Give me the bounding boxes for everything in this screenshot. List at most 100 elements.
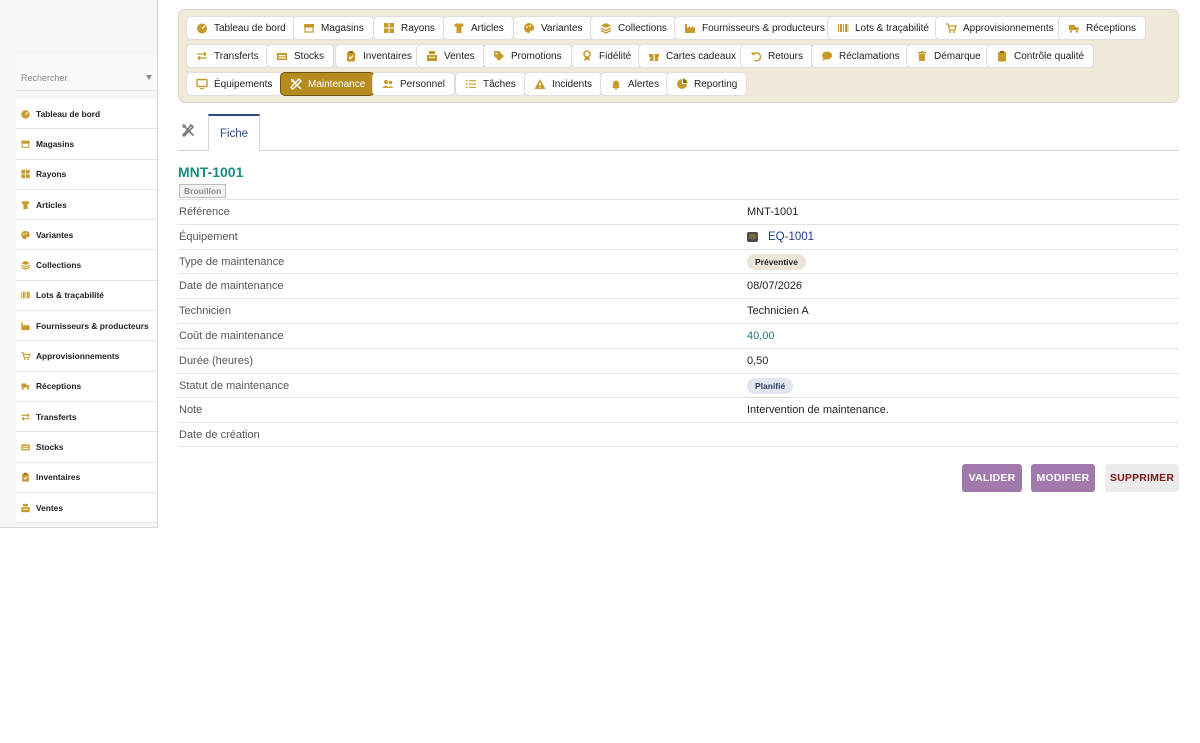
nav-pill-reclamations[interactable]: Réclamations	[811, 44, 910, 68]
field-value: 40,00	[747, 329, 775, 342]
nav-pill-equipements[interactable]: Équipements	[186, 72, 283, 96]
nav-pill-demarque[interactable]: Démarque	[906, 44, 991, 68]
sidebar-item-inventaires[interactable]: Inventaires	[16, 463, 157, 493]
nav-pill-fournisseurs[interactable]: Fournisseurs & producteurs	[674, 16, 835, 40]
boxes-icon	[276, 50, 288, 62]
sidebar-item-label: Ventes	[36, 502, 64, 513]
nav-pill-personnel[interactable]: Personnel	[372, 72, 456, 96]
nav-pill-label: Cartes cadeaux	[666, 50, 737, 62]
tools-icon	[290, 78, 302, 90]
nav-pill-maintenance[interactable]: Maintenance	[280, 72, 376, 96]
cash-register-icon	[426, 50, 438, 62]
status-badge: Planifié	[747, 377, 794, 394]
status-badge: Brouillon	[179, 184, 227, 198]
nav-pill-label: Personnel	[400, 78, 446, 90]
nav-pill-collections[interactable]: Collections	[590, 16, 677, 40]
nav-pill-magasins[interactable]: Magasins	[293, 16, 374, 40]
sidebar-item-label: Articles	[36, 199, 67, 210]
field-label: Technicien	[179, 305, 231, 318]
sidebar-item-articles[interactable]: Articles	[16, 190, 157, 221]
nav-pill-label: Réceptions	[1086, 22, 1137, 34]
nav-pill-ventes[interactable]: Ventes	[416, 44, 485, 68]
nav-pill-label: Stocks	[294, 50, 325, 62]
sidebar-item-lots[interactable]: Lots & traçabilité	[16, 281, 157, 312]
sidebar-item-label: Inventaires	[36, 472, 81, 483]
nav-pill-controle-qualite[interactable]: Contrôle qualité	[986, 44, 1095, 68]
nav-pill-variantes[interactable]: Variantes	[513, 16, 593, 40]
nav-pill-incidents[interactable]: Incidents	[524, 72, 603, 96]
transfer-icon	[20, 412, 31, 422]
field-label: Référence	[179, 206, 230, 218]
sidebar-item-tableau-de-bord[interactable]: Tableau de bord	[16, 99, 157, 130]
record-tabs: Fiche	[178, 114, 1179, 151]
delete-button[interactable]: SUPPRIMER	[1105, 464, 1179, 492]
nav-pill-inventaires[interactable]: Inventaires	[335, 44, 422, 68]
nav-pill-alertes[interactable]: Alertes	[600, 72, 670, 96]
sidebar-item-receptions[interactable]: Réceptions	[16, 372, 157, 402]
nav-pill-fidelite[interactable]: Fidélité	[571, 44, 642, 68]
sidebar-item-approvisionnements[interactable]: Approvisionnements	[16, 341, 157, 372]
tools-icon[interactable]	[181, 123, 195, 138]
nav-pill-retours[interactable]: Retours	[740, 44, 814, 68]
users-icon	[382, 78, 394, 90]
field-value: MNT-1001	[747, 206, 799, 218]
field-label: Note	[179, 404, 203, 417]
nav-pill-transferts[interactable]: Transferts	[186, 44, 269, 68]
shirt-icon	[20, 200, 31, 210]
field-row-date: Date de maintenance 08/07/2026	[178, 273, 1179, 298]
nav-pill-cartes-cadeaux[interactable]: Cartes cadeaux	[638, 44, 747, 68]
validate-button[interactable]: VALIDER	[962, 464, 1022, 492]
nav-pill-tableau-de-bord[interactable]: Tableau de bord	[186, 16, 296, 40]
gift-icon	[648, 50, 660, 62]
dashboard-icon	[196, 22, 208, 34]
nav-pill-label: Démarque	[934, 50, 981, 62]
transfer-icon	[196, 50, 208, 62]
modify-button[interactable]: MODIFIER	[1031, 464, 1095, 492]
truck-icon	[1068, 22, 1080, 34]
nav-pill-stocks[interactable]: Stocks	[266, 44, 335, 68]
grid-icon	[383, 22, 395, 34]
nav-pill-label: Alertes	[628, 78, 660, 90]
tasks-icon	[465, 78, 477, 90]
tab-fiche[interactable]: Fiche	[208, 114, 260, 151]
field-value: Technicien A	[747, 305, 809, 318]
sidebar-search-select[interactable]: Rechercher	[16, 54, 157, 91]
nav-pill-rayons[interactable]: Rayons	[373, 16, 445, 40]
nav-pill-label: Inventaires	[363, 50, 412, 62]
barcode-icon	[837, 22, 849, 34]
field-label: Statut de maintenance	[179, 379, 290, 392]
field-label: Type de maintenance	[179, 255, 285, 268]
sidebar-item-stocks[interactable]: Stocks	[16, 432, 157, 463]
sidebar-item-magasins[interactable]: Magasins	[16, 129, 157, 160]
nav-pill-label: Fournisseurs & producteurs	[702, 22, 825, 34]
field-label: Durée (heures)	[179, 354, 253, 367]
nav-pill-reporting[interactable]: Reporting	[666, 72, 748, 96]
field-label: Date de création	[179, 429, 260, 442]
nav-pill-approvisionnements[interactable]: Approvisionnements	[935, 16, 1064, 40]
sidebar-item-rayons[interactable]: Rayons	[16, 160, 157, 190]
module-nav: Tableau de bord Magasins Rayons Articles…	[178, 9, 1179, 103]
factory-icon	[20, 321, 31, 331]
nav-pill-taches[interactable]: Tâches	[455, 72, 526, 96]
nav-pill-label: Reporting	[694, 78, 738, 90]
nav-pill-lots[interactable]: Lots & traçabilité	[827, 16, 939, 40]
sidebar-item-label: Réceptions	[36, 381, 82, 392]
nav-pill-articles[interactable]: Articles	[443, 16, 514, 40]
nav-pill-label: Réclamations	[839, 50, 900, 62]
sidebar-item-collections[interactable]: Collections	[16, 250, 157, 281]
sidebar-item-ventes[interactable]: Ventes	[16, 493, 157, 524]
nav-pill-receptions[interactable]: Réceptions	[1058, 16, 1147, 40]
nav-pill-label: Articles	[471, 22, 504, 34]
field-row-cout: Coût de maintenance 40,00	[178, 322, 1179, 348]
record-fields: Référence MNT-1001 Équipement EQ-1001 Ty…	[178, 199, 1179, 447]
sidebar-item-transferts[interactable]: Transferts	[16, 402, 157, 433]
cart-icon	[20, 351, 31, 361]
nav-pill-promotions[interactable]: Promotions	[483, 44, 572, 68]
sidebar-item-variantes[interactable]: Variantes	[16, 220, 157, 251]
store-icon	[20, 139, 31, 149]
sidebar-item-fournisseurs[interactable]: Fournisseurs & producteurs	[16, 311, 157, 342]
sidebar-item-label: Transferts	[36, 411, 77, 422]
nav-pill-label: Ventes	[444, 50, 475, 62]
equipment-link[interactable]: EQ-1001	[768, 231, 814, 243]
sidebar-item-label: Stocks	[36, 441, 64, 452]
